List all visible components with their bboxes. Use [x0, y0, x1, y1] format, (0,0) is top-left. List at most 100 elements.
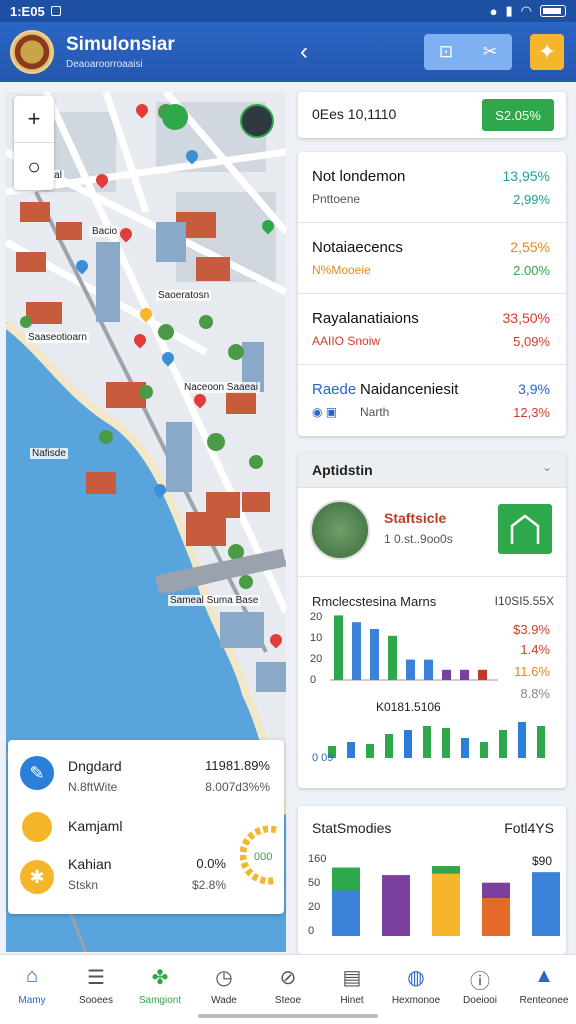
chart-bar-segment: [432, 866, 460, 874]
bolt-icon: ✱: [20, 860, 54, 894]
status-chart-right: Fotl4YS: [504, 820, 554, 836]
stat-row[interactable]: Not londemon Pnttoene 13,95% 2,99%: [298, 152, 566, 223]
chevron-left-icon[interactable]: ‹: [300, 38, 308, 66]
nav-item-sooees[interactable]: ☰ Sooees: [64, 955, 128, 1024]
stat-row[interactable]: Notaiaecencs N%Mooeie 2,55% 2.00%: [298, 223, 566, 294]
map-info-card: ✎ Dngdard N.8ftWite 11981.89% 8.007d3%% …: [8, 740, 284, 914]
toggle-icons: ◉ ▣: [312, 405, 338, 419]
map-label: Naceoon Saaeai: [182, 382, 260, 393]
notification-icon: [50, 6, 61, 16]
globe-icon: ◍: [407, 967, 425, 989]
info-sub-value: $2.8%: [191, 878, 226, 892]
user-avatar[interactable]: [240, 104, 274, 138]
nav-item-renteonee[interactable]: ▲ Renteonee: [512, 955, 576, 1024]
battery-icon: [540, 5, 566, 17]
analysis-title: Aptidstin: [312, 462, 373, 478]
app-header: Simulonsiar Deaoaroorroaaisi ‹ ⊡ ✂ ✦: [0, 22, 576, 82]
analysis-thumbnail[interactable]: [310, 500, 370, 560]
gauge-icon: 000: [240, 825, 277, 885]
chart-bar: [352, 622, 361, 680]
nav-label: Samgiont: [138, 995, 182, 1006]
mini-bar: [537, 726, 545, 758]
stat-label: Rayalanatiaions: [312, 310, 419, 327]
y-tick-label: 20: [308, 901, 320, 913]
y-tick-label: 20: [310, 653, 322, 665]
chart-bar: [370, 629, 379, 680]
map-label: Saoeratosn: [156, 290, 212, 301]
locate-button[interactable]: ○: [14, 143, 54, 190]
stat-sub-value: 5,09%: [513, 334, 550, 349]
mini-bar: [518, 722, 526, 758]
stat-sub: N%Mooeie: [312, 263, 371, 277]
chart-bar-segment: [332, 867, 360, 891]
chevron-down-icon[interactable]: ⌄: [542, 460, 552, 474]
nav-item-hexmonoe[interactable]: ◍ Hexmonoe: [384, 955, 448, 1024]
nav-label: Wade: [211, 995, 237, 1006]
stat-value: 3,9%: [518, 381, 550, 397]
status-chart-panel: StatSmodies Fotl4YS $90 160 50 20 0: [298, 806, 566, 954]
stat-value: 13,95%: [502, 168, 550, 184]
chart-bar: [460, 669, 469, 680]
chart-percent: 11.6%: [514, 664, 550, 679]
y-tick-label: 50: [308, 877, 320, 889]
info-value: 11981.89%: [205, 758, 270, 773]
stat-sub-value: 2.00%: [513, 263, 550, 278]
mini-bar: [347, 742, 355, 758]
chart-icon[interactable]: ⊡: [439, 42, 453, 62]
stat-sub-value: 2,99%: [513, 192, 550, 207]
analysis-header[interactable]: Aptidstin ⌄: [298, 452, 566, 488]
app-title: Simulonsiar: [66, 34, 175, 55]
star-icon[interactable]: ✦: [530, 34, 564, 70]
leaf-icon: ✤: [151, 967, 169, 989]
chart-percent: 8.8%: [520, 686, 550, 701]
stacked-bar-chart: 160 50 20 0: [308, 853, 560, 937]
zoom-in-button[interactable]: +: [14, 96, 54, 143]
chart-bar: [432, 866, 460, 936]
summary-panel: 0Ees 10,1110 S2.05%: [298, 92, 566, 138]
stats-list-panel: Not londemon Pnttoene 13,95% 2,99% Notai…: [298, 152, 566, 436]
location-badge-icon[interactable]: [162, 104, 188, 130]
y-tick-label: 0: [310, 674, 316, 686]
stat-prefix: Raede: [312, 381, 357, 398]
clock-icon: ◷: [215, 967, 233, 989]
nav-item-mamy[interactable]: ⌂ Mamy: [0, 955, 64, 1024]
analysis-panel: Aptidstin ⌄ Staftsicle 1 0.st..9oo0s Rmc…: [298, 452, 566, 788]
nav-item-samgiont[interactable]: ✤ Samgiont: [128, 955, 192, 1024]
chart-bar: [334, 615, 343, 680]
stat-value: 2,55%: [510, 239, 550, 255]
chart-bar-segment: [382, 875, 410, 895]
home-icon-button[interactable]: [498, 504, 552, 554]
info-label: Kamjaml: [68, 818, 123, 834]
chart-title: Rmclecstesina Marns: [312, 594, 437, 609]
mini-bar: [499, 730, 507, 758]
stat-sub: Pnttoene: [312, 192, 361, 206]
map-label: Sameal Suma Base: [168, 595, 261, 606]
chart-bar: [424, 659, 433, 680]
mini-bar: [404, 730, 412, 758]
nav-label: Renteonee: [519, 995, 569, 1006]
chart-bar: [478, 669, 487, 680]
stat-label: Notaiaecencs: [312, 239, 403, 256]
chart-bar: [388, 635, 397, 680]
wifi-icon: ◠: [520, 3, 532, 18]
circle-icon: [22, 812, 52, 842]
info-label: Kahian: [68, 856, 112, 872]
stat-row[interactable]: Rayalanatiaions AAIIO Snoiw 33,50% 5,09%: [298, 294, 566, 365]
mini-bar: [423, 726, 431, 758]
y-tick-label: 20: [310, 612, 322, 623]
chart-bottom-label: 0 09: [312, 752, 334, 764]
tools-icon[interactable]: ✂: [483, 42, 497, 62]
gauge-text: 000: [254, 851, 272, 863]
list-icon: ☰: [87, 967, 105, 989]
compass-icon: ⊘: [279, 967, 297, 989]
mini-bar: [442, 728, 450, 758]
triangle-icon: ▲: [534, 965, 554, 987]
nav-item-doeiooi[interactable]: ⓘ Doeiooi: [448, 955, 512, 1024]
nav-label: Sooees: [79, 995, 113, 1006]
stat-sub: Narth: [360, 405, 390, 419]
info-value: 0.0%: [196, 856, 226, 871]
stat-row[interactable]: Raede Naidanceniesit ◉ ▣ Narth 3,9% 12,3…: [298, 365, 566, 436]
home-indicator: [198, 1014, 378, 1018]
info-label: Dngdard: [68, 758, 122, 774]
summary-badge-button[interactable]: S2.05%: [482, 99, 554, 131]
